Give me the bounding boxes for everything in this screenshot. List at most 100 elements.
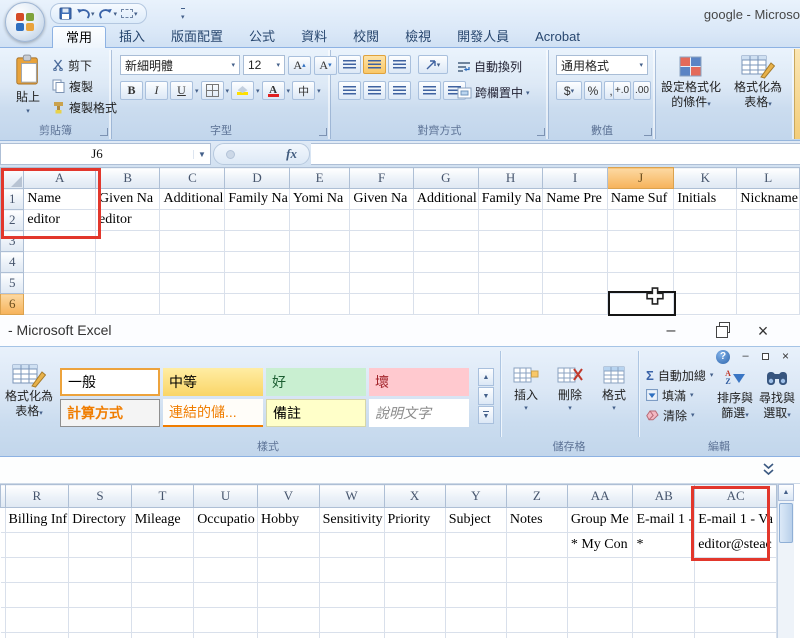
wrap-text-button[interactable]: 自動換列 xyxy=(457,58,522,75)
cell[interactable] xyxy=(5,607,70,633)
col-header-G[interactable]: G xyxy=(412,167,479,189)
cell-z1[interactable]: Notes xyxy=(506,507,568,533)
gallery-scroll-down-button[interactable]: ▼ xyxy=(478,387,494,405)
tab-page-layout[interactable]: 版面配置 xyxy=(158,26,236,48)
style-explanatory[interactable]: 說明文字 xyxy=(369,399,469,427)
cell[interactable] xyxy=(542,293,608,315)
cell[interactable] xyxy=(506,632,568,638)
paste-button[interactable]: 貼上 ▾ xyxy=(6,54,50,115)
cell-l1[interactable]: Nickname xyxy=(736,188,800,210)
cell-t1[interactable]: Mileage xyxy=(131,507,195,533)
cell[interactable] xyxy=(542,272,608,294)
cell[interactable] xyxy=(542,230,608,252)
cell-w1[interactable]: Sensitivity xyxy=(319,507,385,533)
col-header-L[interactable]: L xyxy=(736,167,800,189)
cell[interactable] xyxy=(478,251,544,273)
formula-input[interactable] xyxy=(311,143,800,165)
tab-data[interactable]: 資料 xyxy=(288,26,340,48)
cell[interactable] xyxy=(224,251,290,273)
close-button[interactable]: × xyxy=(748,318,778,344)
cell[interactable] xyxy=(159,230,226,252)
increase-decimal-button[interactable]: +.0 xyxy=(613,81,631,100)
gallery-more-button[interactable]: ▼ xyxy=(478,406,494,424)
help-button[interactable]: ? xyxy=(716,350,730,364)
cell-g1[interactable]: Additional xyxy=(413,188,479,210)
cell[interactable] xyxy=(23,251,97,273)
cell-e1[interactable]: Yomi Na xyxy=(289,188,351,210)
cell[interactable] xyxy=(257,532,320,558)
cell[interactable] xyxy=(478,272,544,294)
cell[interactable] xyxy=(694,607,777,633)
col-header-J[interactable]: J xyxy=(606,167,675,189)
autosum-button[interactable]: Σ 自動加總 ▾ xyxy=(646,365,713,385)
col-header-V[interactable]: V xyxy=(257,484,320,508)
tab-developer[interactable]: 開發人員 xyxy=(444,26,522,48)
dropdown-icon[interactable]: ▾ xyxy=(114,10,118,18)
cell[interactable] xyxy=(319,582,385,608)
cell[interactable] xyxy=(23,293,97,315)
cell[interactable] xyxy=(694,557,777,583)
cut-button[interactable]: 剪下 xyxy=(52,56,117,74)
cell[interactable] xyxy=(159,209,226,231)
cell[interactable] xyxy=(349,251,414,273)
dropdown-icon[interactable]: ▾ xyxy=(134,10,138,18)
format-as-table-button[interactable]: 格式化為 表格▾ xyxy=(726,54,790,112)
gallery-scroll-up-button[interactable]: ▲ xyxy=(478,368,494,386)
chevron-double-down-icon[interactable] xyxy=(762,463,775,477)
copy-button[interactable]: 複製 xyxy=(52,77,117,95)
cell[interactable] xyxy=(159,272,226,294)
col-header-I[interactable]: I xyxy=(542,167,608,189)
dropdown-icon[interactable]: ▾ xyxy=(317,87,321,95)
cell[interactable] xyxy=(319,607,385,633)
italic-button[interactable]: I xyxy=(145,81,168,100)
cell[interactable] xyxy=(257,582,320,608)
cell[interactable] xyxy=(289,251,351,273)
align-top-button[interactable] xyxy=(338,55,361,74)
cell-aa2[interactable]: * My Con xyxy=(567,532,634,558)
cell[interactable] xyxy=(224,230,290,252)
cell[interactable] xyxy=(632,607,696,633)
save-button[interactable] xyxy=(59,5,72,22)
office-button[interactable] xyxy=(5,2,45,42)
format-painter-button[interactable]: 複製格式 xyxy=(52,98,117,116)
cell[interactable] xyxy=(349,293,414,315)
cell[interactable] xyxy=(159,251,226,273)
cell[interactable] xyxy=(413,293,479,315)
cell[interactable] xyxy=(384,532,446,558)
cell-aa1[interactable]: Group Me xyxy=(567,507,634,533)
currency-button[interactable]: $ ▾ xyxy=(556,81,582,100)
cell[interactable] xyxy=(736,293,800,315)
col-header-S[interactable]: S xyxy=(68,484,132,508)
dialog-launcher-icon[interactable] xyxy=(644,128,652,136)
col-header-T[interactable]: T xyxy=(130,484,195,508)
cell[interactable] xyxy=(542,209,608,231)
col-header-Y[interactable]: Y xyxy=(444,484,507,508)
cell-b1[interactable]: Given Na xyxy=(95,188,161,210)
dialog-launcher-icon[interactable] xyxy=(537,128,545,136)
font-name-select[interactable]: 新細明體 ▾ xyxy=(120,55,240,75)
cell[interactable] xyxy=(413,230,479,252)
cell[interactable] xyxy=(673,293,738,315)
number-format-select[interactable]: 通用格式 ▾ xyxy=(556,55,648,75)
cell[interactable] xyxy=(5,557,70,583)
cell[interactable] xyxy=(506,557,568,583)
col-header-D[interactable]: D xyxy=(224,167,290,189)
cell[interactable] xyxy=(5,632,70,638)
cell-u1[interactable]: Occupatio xyxy=(193,507,259,533)
cell[interactable] xyxy=(607,230,675,252)
cell[interactable] xyxy=(632,582,696,608)
col-header-AA[interactable]: AA xyxy=(566,484,634,508)
dialog-launcher-icon[interactable] xyxy=(319,128,327,136)
cell[interactable] xyxy=(413,251,479,273)
phonetic-button[interactable]: 中 xyxy=(292,81,316,100)
style-bad[interactable]: 壞 xyxy=(369,368,469,396)
cell[interactable] xyxy=(736,251,800,273)
cell[interactable] xyxy=(413,272,479,294)
cell[interactable] xyxy=(478,230,544,252)
cell[interactable] xyxy=(694,582,777,608)
cell[interactable] xyxy=(736,230,800,252)
fill-color-button[interactable] xyxy=(231,81,255,100)
qat-customize-button[interactable]: ▾ xyxy=(181,8,185,25)
ribbon-restore-button[interactable] xyxy=(757,350,774,364)
cell[interactable] xyxy=(5,532,70,558)
